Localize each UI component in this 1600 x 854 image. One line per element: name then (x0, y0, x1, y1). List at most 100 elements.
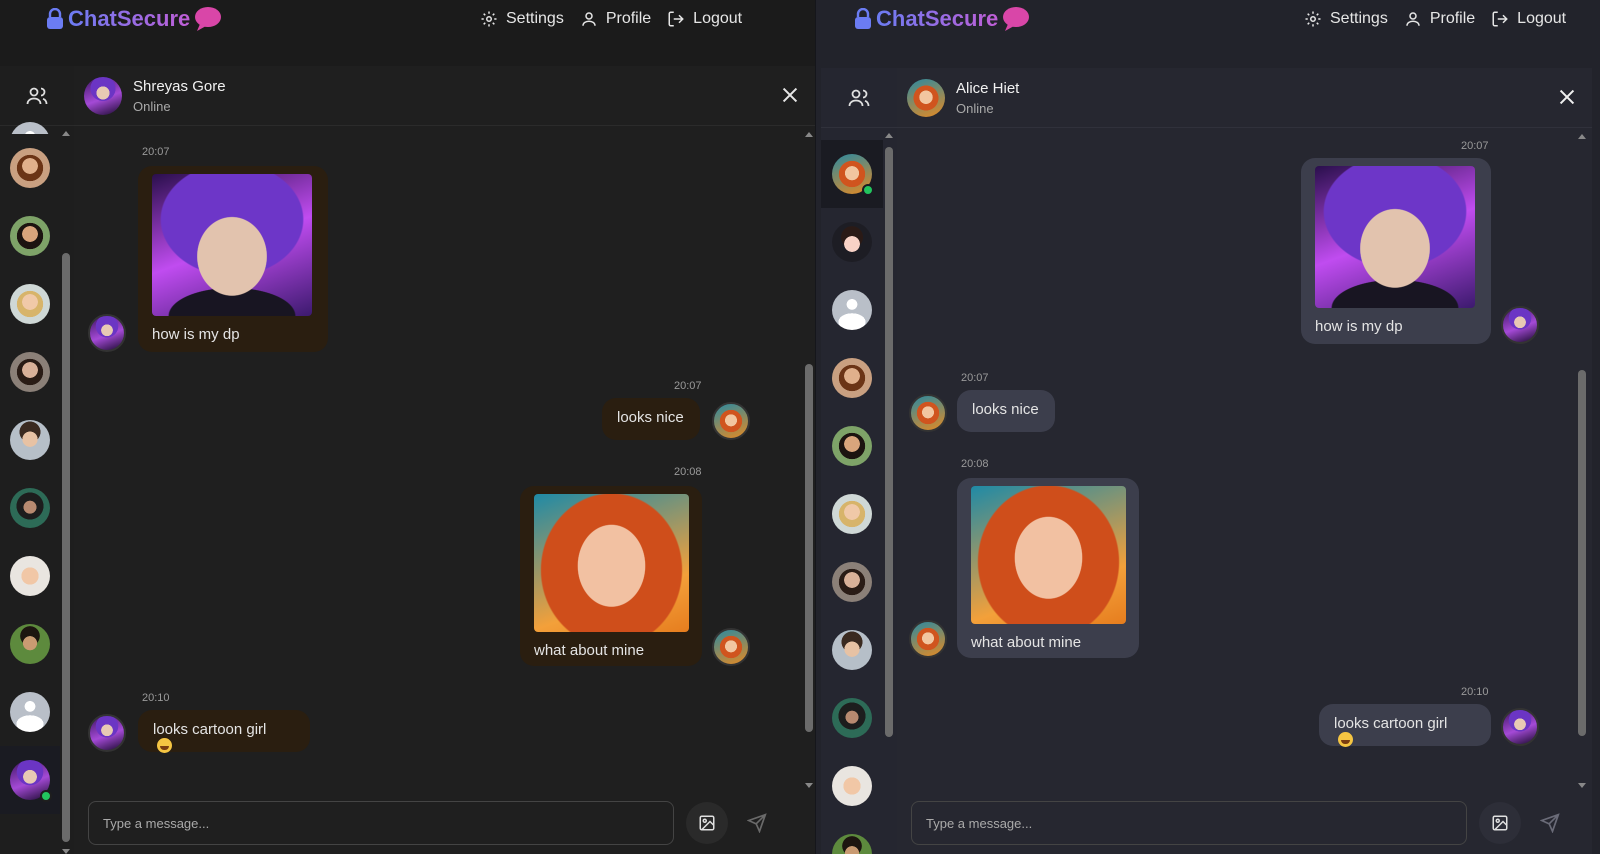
sidebar-scrollbar[interactable] (885, 133, 893, 854)
message-list: 20:07 how is my dp 20:07 looks nice 20:0… (74, 128, 815, 792)
contacts-button[interactable] (821, 68, 897, 128)
scroll-up-arrow[interactable] (1578, 134, 1586, 139)
shared-image[interactable] (152, 174, 312, 316)
avatar (10, 284, 50, 324)
nav-settings[interactable]: Settings (1304, 10, 1388, 28)
attach-image-button[interactable] (1479, 802, 1521, 844)
nav-profile-label: Profile (605, 10, 652, 27)
nav-profile[interactable]: Profile (1404, 10, 1475, 28)
contact-item[interactable] (821, 616, 883, 684)
image-icon (699, 815, 715, 831)
attach-image-button[interactable] (686, 802, 728, 844)
lock-icon (47, 8, 63, 29)
chat-layout: Shreyas Gore Online 20:07 how is my dp 2… (0, 66, 815, 854)
avatar (10, 556, 50, 596)
right-app-window: ChatSecure Settings Profile Logout Alice… (815, 0, 1600, 854)
message-bubble: looks cartoon girl (1319, 704, 1491, 747)
message-bubble: how is my dp (138, 166, 328, 352)
brand-logo[interactable]: ChatSecure (854, 6, 1030, 32)
chat-scrollbar[interactable] (1578, 134, 1586, 788)
contact-item[interactable] (0, 270, 60, 338)
nav-logout[interactable]: Logout (1491, 10, 1566, 28)
send-icon (1540, 813, 1560, 833)
scroll-down-arrow[interactable] (62, 849, 70, 854)
message-avatar (1501, 708, 1539, 746)
message-input[interactable] (911, 801, 1467, 845)
avatar (832, 358, 872, 398)
top-nav: ChatSecure Settings Profile Logout (0, 0, 815, 40)
scrollbar-thumb[interactable] (62, 253, 70, 842)
avatar (832, 766, 872, 806)
message-time: 20:10 (1461, 686, 1489, 698)
contact-item[interactable] (0, 110, 60, 134)
contact-item[interactable] (821, 208, 883, 276)
contact-item[interactable] (0, 202, 60, 270)
contact-item[interactable] (0, 542, 60, 610)
contacts-sidebar (0, 66, 74, 854)
chat-scrollbar[interactable] (805, 132, 813, 788)
chat-panel: Alice Hiet Online 20:07 how is my dp 20:… (897, 68, 1592, 854)
logout-icon (668, 11, 684, 27)
contact-item[interactable] (0, 134, 60, 202)
message-bubble: looks nice (602, 398, 700, 440)
scroll-down-arrow[interactable] (805, 783, 813, 788)
message-time: 20:07 (142, 146, 170, 158)
message-text: looks cartoon girl (153, 721, 267, 738)
nav-menu: Settings Profile Logout (480, 10, 742, 28)
message-input[interactable] (88, 801, 674, 845)
scroll-up-arrow[interactable] (885, 133, 893, 138)
brand-logo[interactable]: ChatSecure (46, 6, 222, 32)
user-icon (582, 12, 596, 26)
nav-settings-label: Settings (506, 10, 564, 27)
scrollbar-thumb[interactable] (1578, 370, 1586, 736)
avatar (832, 494, 872, 534)
gear-icon (1305, 11, 1321, 27)
nav-settings[interactable]: Settings (480, 10, 564, 28)
contact-item[interactable] (0, 678, 60, 746)
close-icon[interactable] (779, 84, 801, 106)
contact-item[interactable] (821, 480, 883, 548)
scrollbar-thumb[interactable] (885, 147, 893, 737)
message-time: 20:08 (961, 458, 989, 470)
nav-logout[interactable]: Logout (667, 10, 742, 28)
chat-header: Alice Hiet Online (897, 68, 1592, 128)
send-button[interactable] (742, 808, 772, 838)
scroll-up-arrow[interactable] (62, 131, 70, 136)
message-avatar (909, 394, 947, 432)
contact-item-active[interactable] (821, 140, 883, 208)
contact-item[interactable] (821, 344, 883, 412)
scroll-up-arrow[interactable] (805, 132, 813, 137)
nav-profile[interactable]: Profile (580, 10, 651, 28)
chat-partner-name: Alice Hiet (956, 79, 1020, 97)
close-icon[interactable] (1556, 86, 1578, 108)
online-indicator (862, 184, 874, 196)
contact-item[interactable] (0, 474, 60, 542)
sidebar-scrollbar[interactable] (62, 131, 70, 854)
contact-item[interactable] (0, 406, 60, 474)
scroll-down-arrow[interactable] (1578, 783, 1586, 788)
contact-item[interactable] (821, 820, 883, 854)
chat-partner-status: Online (133, 98, 171, 114)
chat-partner-avatar (84, 76, 122, 115)
contact-item[interactable] (821, 684, 883, 752)
top-nav: ChatSecure Settings Profile Logout (816, 0, 1600, 40)
message-time: 20:07 (961, 372, 989, 384)
contact-item[interactable] (821, 276, 883, 344)
contact-list (0, 110, 60, 814)
send-button[interactable] (1535, 808, 1565, 838)
message-avatar (88, 714, 126, 752)
contact-item[interactable] (821, 752, 883, 820)
shared-image[interactable] (971, 486, 1126, 624)
shared-image[interactable] (534, 494, 689, 632)
nav-profile-label: Profile (1429, 10, 1476, 27)
message-text: how is my dp (1315, 318, 1403, 335)
contact-item[interactable] (0, 610, 60, 678)
contact-item-active[interactable] (0, 746, 60, 814)
scrollbar-thumb[interactable] (805, 364, 813, 732)
contact-item[interactable] (821, 548, 883, 616)
shared-image[interactable] (1315, 166, 1475, 308)
contact-item[interactable] (821, 412, 883, 480)
message-time: 20:10 (142, 692, 170, 704)
contact-item[interactable] (0, 338, 60, 406)
joy-emoji-icon (157, 738, 172, 753)
